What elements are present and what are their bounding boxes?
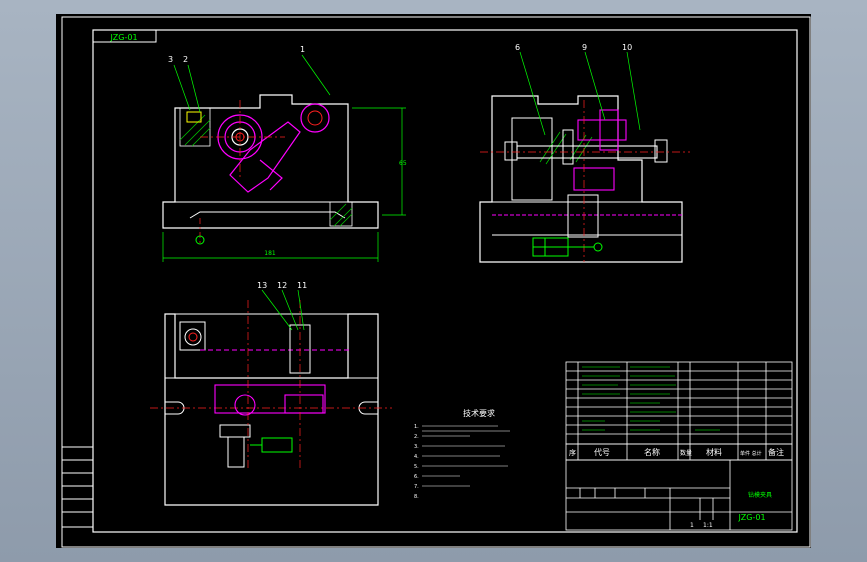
balloon-9: 9 xyxy=(582,43,587,52)
bom-header-seq: 序 xyxy=(569,448,576,457)
balloon-1: 1 xyxy=(300,45,305,54)
title-sheet: 1 xyxy=(690,522,694,529)
dim-front-width: 181 xyxy=(264,250,276,257)
balloon-12: 12 xyxy=(277,281,287,290)
outer-frame xyxy=(61,16,811,548)
bom-header-qty: 数量 xyxy=(680,449,692,457)
tech-req-title: 技术要求 xyxy=(463,408,495,418)
balloon-6: 6 xyxy=(515,43,520,52)
tech-req-item-3: 3. xyxy=(414,444,419,450)
balloon-11: 11 xyxy=(297,281,307,290)
balloon-10: 10 xyxy=(622,43,632,52)
tech-req-item-6: 6. xyxy=(414,474,419,480)
tech-req-item-8: 8. xyxy=(414,494,419,500)
balloon-13: 13 xyxy=(257,281,267,290)
drawing-viewport[interactable]: JZG-01 181 65 1 2 3 6 9 10 11 12 13 技术要求… xyxy=(56,14,811,548)
left-margin-table xyxy=(61,446,94,528)
tech-req-item-7: 7. xyxy=(414,484,419,490)
tech-req-item-5: 5. xyxy=(414,464,419,470)
title-code: JZG-01 xyxy=(737,513,765,522)
tech-req-item-4: 4. xyxy=(414,454,419,460)
bom-header-note: 备注 xyxy=(768,447,784,457)
bom-table xyxy=(565,361,793,461)
tech-req-item-1: 1. xyxy=(414,424,419,430)
technical-requirements: 技术要求 1. 2. 3. 4. 5. 6. 7. 8. xyxy=(414,408,510,500)
balloon-2: 2 xyxy=(183,55,188,64)
title-drawing-name: 钻模夹具 xyxy=(748,491,772,499)
side-view[interactable] xyxy=(479,51,690,263)
bom-header-material: 材料 xyxy=(706,447,722,457)
bom-header-weight: 单件 总计 xyxy=(740,450,762,457)
bom-header-name: 名称 xyxy=(644,447,660,457)
drawing-canvas: JZG-01 181 65 1 2 3 6 9 10 11 12 13 技术要求… xyxy=(61,16,811,548)
dim-front-height: 65 xyxy=(399,160,407,167)
title-scale: 1:1 xyxy=(703,522,713,529)
tech-req-item-2: 2. xyxy=(414,434,419,440)
balloon-3: 3 xyxy=(168,55,173,64)
bom-header-code: 代号 xyxy=(594,447,610,457)
top-view[interactable] xyxy=(150,289,392,506)
cad-application: JZG-01 181 65 1 2 3 6 9 10 11 12 13 技术要求… xyxy=(0,0,867,562)
code-box-text: JZG-01 xyxy=(109,33,137,42)
front-view[interactable]: 181 65 xyxy=(162,54,407,262)
